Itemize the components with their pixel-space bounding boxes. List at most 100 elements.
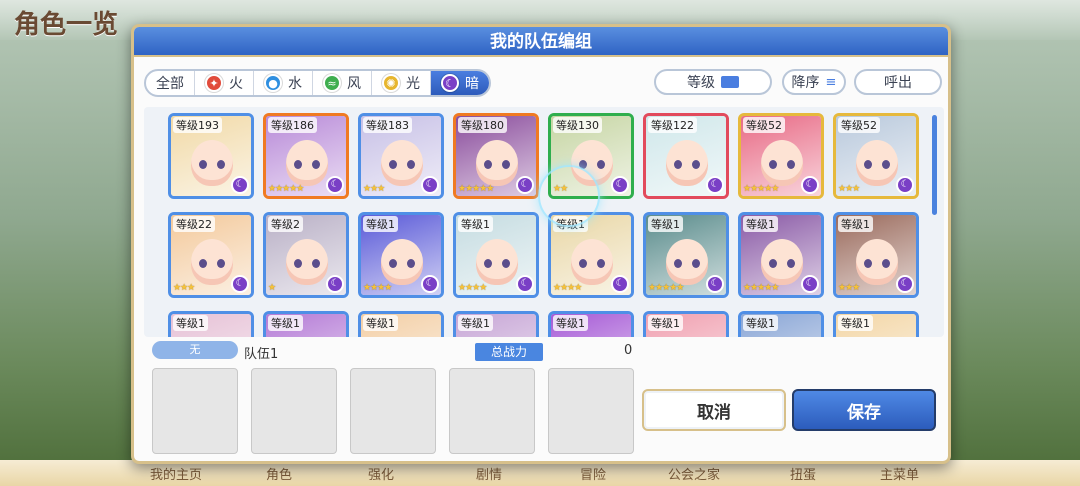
filter-fire[interactable]: ✦ 火 xyxy=(195,71,254,95)
filter-label-light: 光 xyxy=(406,76,420,92)
character-eye xyxy=(882,259,890,268)
character-card[interactable]: 等级186 ★★★★★ ☾ xyxy=(263,113,349,199)
star-rating: ★★★★ xyxy=(363,283,392,293)
character-face xyxy=(286,239,328,285)
team-tag: 无 xyxy=(152,341,238,359)
total-power-label: 总战力 xyxy=(475,343,543,361)
bottom-nav-guild[interactable]: 公会之家 xyxy=(668,464,720,483)
star-rating: ★★★ xyxy=(838,184,860,194)
character-level: 等级1 xyxy=(648,315,683,331)
character-card[interactable]: 等级1 ★★★ ☾ xyxy=(833,212,919,298)
sort-toggle-icon xyxy=(721,76,739,88)
character-face xyxy=(856,140,898,186)
character-grid[interactable]: 等级193 ☾ 等级186 ★★★★★ ☾ 等级183 ★★★ ☾ 等级180 ★★★★★ ☾ 等级1… xyxy=(144,107,944,337)
character-face xyxy=(571,239,613,285)
character-card[interactable]: 等级1☾ xyxy=(738,311,824,337)
bottom-nav-story[interactable]: 剧情 xyxy=(476,464,502,483)
character-eye xyxy=(597,259,605,268)
team-slot-1[interactable] xyxy=(152,368,238,454)
character-card[interactable]: 等级52 ★★★★★ ☾ xyxy=(738,113,824,199)
character-eye xyxy=(882,160,890,169)
bottom-nav-menu[interactable]: 主菜单 xyxy=(880,464,919,483)
character-level: 等级1 xyxy=(838,216,873,232)
star-rating: ★★★ xyxy=(363,184,385,194)
dark-element-icon: ☾ xyxy=(421,176,439,194)
bottom-nav-enhance[interactable]: 强化 xyxy=(368,464,394,483)
character-face xyxy=(191,239,233,285)
character-card[interactable]: 等级1☾ xyxy=(453,311,539,337)
team-slot-3[interactable] xyxy=(350,368,436,454)
dark-element-icon: ☾ xyxy=(326,176,344,194)
filter-water[interactable]: ● 水 xyxy=(254,71,313,95)
modal-title: 我的队伍编组 xyxy=(134,27,948,57)
character-card[interactable]: 等级2 ★ ☾ xyxy=(263,212,349,298)
character-level: 等级1 xyxy=(363,315,398,331)
dark-element-icon: ☾ xyxy=(231,176,249,194)
character-card[interactable]: 等级1 ★★★★ ☾ xyxy=(358,212,444,298)
save-button[interactable]: 保存 xyxy=(792,389,936,431)
character-eye xyxy=(407,160,415,169)
character-face xyxy=(381,140,423,186)
character-card[interactable]: 等级1 ★★★★★ ☾ xyxy=(738,212,824,298)
character-card[interactable]: 等级22 ★★★ ☾ xyxy=(168,212,254,298)
character-face xyxy=(476,239,518,285)
character-level: 等级2 xyxy=(268,216,303,232)
character-level: 等级1 xyxy=(648,216,683,232)
wind-element-icon: ≈ xyxy=(323,74,341,92)
character-card[interactable]: 等级1☾ xyxy=(263,311,349,337)
character-level: 等级1 xyxy=(743,315,778,331)
fire-element-icon: ✦ xyxy=(205,74,223,92)
character-card[interactable]: 等级1☾ xyxy=(643,311,729,337)
character-eye xyxy=(199,160,207,169)
star-rating: ★★★★★ xyxy=(648,283,684,293)
character-face xyxy=(191,140,233,186)
filter-light[interactable]: ✺ 光 xyxy=(372,71,431,95)
star-rating: ★★★★★ xyxy=(458,184,494,194)
character-card[interactable]: 等级122 ☾ xyxy=(643,113,729,199)
character-level: 等级180 xyxy=(458,117,507,133)
character-level: 等级130 xyxy=(553,117,602,133)
bottom-nav-gacha[interactable]: 扭蛋 xyxy=(790,464,816,483)
character-card[interactable]: 等级52 ★★★ ☾ xyxy=(833,113,919,199)
bottom-nav-adventure[interactable]: 冒险 xyxy=(580,464,606,483)
character-face xyxy=(666,140,708,186)
dark-element-icon: ☾ xyxy=(326,275,344,293)
grid-scrollbar[interactable] xyxy=(932,115,937,215)
light-element-icon: ✺ xyxy=(382,74,400,92)
character-eye xyxy=(769,259,777,268)
character-card[interactable]: 等级1☾ xyxy=(833,311,919,337)
filter-dark[interactable]: ☾ 暗 xyxy=(431,71,489,95)
dark-element-icon: ☾ xyxy=(611,176,629,194)
dark-element-icon: ☾ xyxy=(706,176,724,194)
bottom-nav-characters[interactable]: 角色 xyxy=(266,464,292,483)
dark-element-icon: ☾ xyxy=(706,275,724,293)
team-slot-2[interactable] xyxy=(251,368,337,454)
team-slot-4[interactable] xyxy=(449,368,535,454)
filter-all[interactable]: 全部 xyxy=(146,71,195,95)
character-card[interactable]: 等级1 ★★★★★ ☾ xyxy=(643,212,729,298)
sort-level-label: 等级 xyxy=(687,75,715,91)
team-edit-modal: 我的队伍编组 全部 ✦ 火 ● 水 ≈ 风 ✺ 光 ☾ 暗 等级 降序 ≡ 呼出… xyxy=(131,24,951,464)
call-out-button[interactable]: 呼出 xyxy=(854,69,942,95)
filter-label-water: 水 xyxy=(288,76,302,92)
character-card[interactable]: 等级1☾ xyxy=(548,311,634,337)
character-eye xyxy=(597,160,605,169)
star-rating: ★★★★★ xyxy=(268,184,304,194)
sort-by-level-button[interactable]: 等级 xyxy=(654,69,772,95)
team-slot-5[interactable] xyxy=(548,368,634,454)
character-eye xyxy=(864,160,872,169)
sort-order-button[interactable]: 降序 ≡ xyxy=(782,69,846,95)
bottom-nav-home[interactable]: 我的主页 xyxy=(150,464,202,483)
character-card[interactable]: 等级183 ★★★ ☾ xyxy=(358,113,444,199)
character-card[interactable]: 等级180 ★★★★★ ☾ xyxy=(453,113,539,199)
star-rating: ★★★★ xyxy=(553,283,582,293)
character-card[interactable]: 等级1 ★★★★ ☾ xyxy=(453,212,539,298)
character-card[interactable]: 等级1☾ xyxy=(358,311,444,337)
character-card[interactable]: 等级1☾ xyxy=(168,311,254,337)
character-card[interactable]: 等级193 ☾ xyxy=(168,113,254,199)
character-eye xyxy=(294,160,302,169)
filter-wind[interactable]: ≈ 风 xyxy=(313,71,372,95)
filter-label-wind: 风 xyxy=(347,76,361,92)
character-face xyxy=(666,239,708,285)
cancel-button[interactable]: 取消 xyxy=(642,389,786,431)
